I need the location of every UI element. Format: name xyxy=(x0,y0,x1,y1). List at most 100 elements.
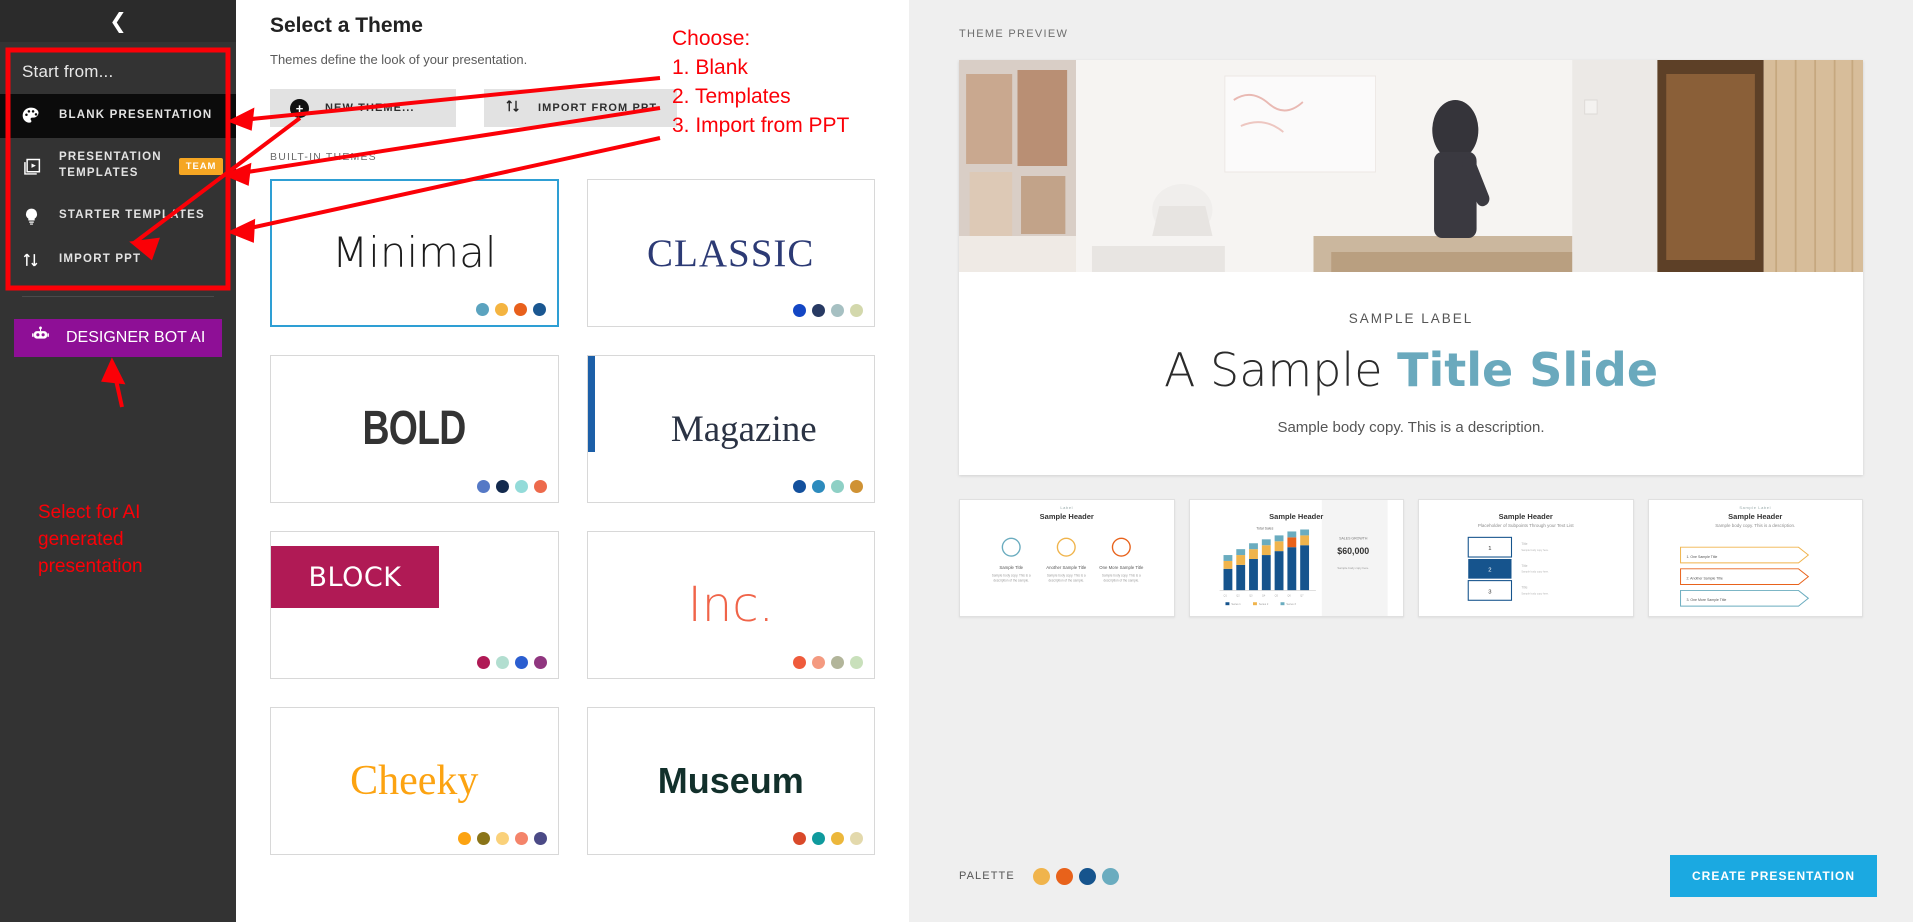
thumb-label: Label xyxy=(1060,505,1074,510)
palette-swatch[interactable] xyxy=(1055,867,1073,885)
sidebar-item-label: STARTER TEMPLATES xyxy=(59,209,205,222)
thumbnail-steps-slide[interactable]: Sample Header Placeholder of Subpoints T… xyxy=(1418,499,1634,617)
color-dot xyxy=(476,832,490,845)
slide-body: SAMPLE LABEL A Sample Title Slide Sample… xyxy=(959,272,1863,475)
svg-text:3. One More Sample Title: 3. One More Sample Title xyxy=(1686,598,1726,602)
theme-preview-panel: THEME PREVIEW SAMPLE LABEL A Sample Titl… xyxy=(909,0,1913,922)
sidebar: ❮ Start from... BLANK PRESENTATION PRESE… xyxy=(0,0,236,922)
svg-text:One More Sample Title: One More Sample Title xyxy=(1099,565,1144,570)
sidebar-heading: Start from... xyxy=(22,62,114,81)
theme-card-bold[interactable]: BOLD xyxy=(270,355,559,503)
palette-swatch[interactable] xyxy=(1078,867,1096,885)
theme-card-magazine[interactable]: Magazine xyxy=(586,355,875,503)
svg-text:Title: Title xyxy=(1521,542,1527,546)
sidebar-item-starter-templates[interactable]: STARTER TEMPLATES xyxy=(0,194,236,238)
sidebar-item-label: PRESENTATION TEMPLATES xyxy=(59,151,162,179)
sidebar-item-label: IMPORT PPT xyxy=(59,253,142,266)
svg-text:Q4: Q4 xyxy=(1261,593,1265,597)
palette-swatch[interactable] xyxy=(1032,867,1050,885)
color-dot xyxy=(533,832,547,845)
svg-text:Sample body copy. This is a: Sample body copy. This is a xyxy=(992,574,1031,578)
thumb-subtitle: Placeholder of Subpoints Through your Te… xyxy=(1477,523,1574,528)
theme-name-banner: BLOCK xyxy=(271,546,439,608)
color-dot xyxy=(514,480,528,493)
thumbnail-icons-slide[interactable]: Label Sample Header Sample Title Another… xyxy=(959,499,1175,617)
theme-name: Inc. xyxy=(687,577,774,633)
color-dot xyxy=(812,832,825,845)
svg-text:Series 1: Series 1 xyxy=(1231,602,1241,606)
built-in-themes-label: BUILT-IN THEMES xyxy=(270,151,377,163)
color-dot xyxy=(831,304,844,317)
lightbulb-icon xyxy=(20,207,42,226)
new-theme-button[interactable]: + NEW THEME... xyxy=(270,89,456,127)
sidebar-item-label: BLANK PRESENTATION xyxy=(59,109,213,122)
thumb-subtitle: Sample body copy. This is a description. xyxy=(1715,523,1796,528)
sidebar-item-presentation-templates[interactable]: PRESENTATION TEMPLATES TEAM xyxy=(0,138,236,194)
svg-text:Sample body copy. This is a: Sample body copy. This is a xyxy=(1102,574,1141,578)
svg-text:SALES GROWTH: SALES GROWTH xyxy=(1339,536,1368,540)
theme-color-dots xyxy=(475,303,546,316)
designer-bot-ai-button[interactable]: DESIGNER BOT AI xyxy=(14,319,222,357)
accent-bar xyxy=(587,356,595,453)
color-dot xyxy=(476,656,490,669)
slide-preview: SAMPLE LABEL A Sample Title Slide Sample… xyxy=(959,60,1863,475)
svg-text:Q6: Q6 xyxy=(1287,593,1291,597)
svg-text:Sample body copy here.: Sample body copy here. xyxy=(1521,570,1549,574)
thumbnail-chart-slide[interactable]: Sample Header SALES GROWTH $60,000 Sampl… xyxy=(1188,499,1404,617)
palette-swatches[interactable] xyxy=(1032,867,1119,885)
svg-text:description of the sample.: description of the sample. xyxy=(993,579,1029,583)
theme-card-cheeky[interactable]: Cheeky xyxy=(270,707,559,855)
color-dot xyxy=(494,303,508,316)
svg-text:2. Another Sample Title: 2. Another Sample Title xyxy=(1686,577,1722,581)
slide-title: A Sample Title Slide xyxy=(1164,343,1658,397)
create-presentation-button[interactable]: CREATE PRESENTATION xyxy=(1669,855,1877,897)
theme-color-dots xyxy=(793,304,863,317)
color-dot xyxy=(850,304,863,317)
color-dot xyxy=(532,303,546,316)
color-dot xyxy=(495,656,509,669)
palette-icon xyxy=(20,106,42,126)
svg-text:$60,000: $60,000 xyxy=(1337,546,1369,556)
color-dot xyxy=(514,832,528,845)
svg-text:2: 2 xyxy=(1488,568,1491,574)
color-dot xyxy=(495,480,509,493)
svg-text:Q2: Q2 xyxy=(1236,593,1240,597)
color-dot xyxy=(495,832,509,845)
theme-color-dots xyxy=(793,656,863,669)
svg-text:Q3: Q3 xyxy=(1249,593,1253,597)
import-from-ppt-button[interactable]: IMPORT FROM PPT xyxy=(484,89,678,127)
color-dot xyxy=(514,656,528,669)
theme-name: Cheeky xyxy=(350,758,479,804)
svg-text:Q7: Q7 xyxy=(1300,593,1304,597)
sidebar-item-blank-presentation[interactable]: BLANK PRESENTATION xyxy=(0,94,236,138)
color-dot xyxy=(475,303,489,316)
color-dot xyxy=(850,656,863,669)
theme-grid: Minimal CLASSIC BOLD Magazine BLOCK Inc. Cheek… xyxy=(270,179,875,855)
color-dot xyxy=(831,832,844,845)
theme-card-museum[interactable]: Museum xyxy=(586,707,875,855)
thumb-header: Sample Header xyxy=(1498,512,1553,521)
theme-actions: + NEW THEME... IMPORT FROM PPT xyxy=(270,89,875,127)
sidebar-divider xyxy=(22,296,214,297)
color-dot xyxy=(793,480,806,493)
thumb-header: Sample Header xyxy=(1728,512,1783,521)
svg-text:Total Sales: Total Sales xyxy=(1256,526,1273,530)
themes-panel: Select a Theme Themes define the look of… xyxy=(236,0,909,922)
svg-text:Sample Title: Sample Title xyxy=(999,565,1023,570)
theme-card-inc[interactable]: Inc. xyxy=(586,531,875,679)
color-dot xyxy=(793,304,806,317)
theme-card-classic[interactable]: CLASSIC xyxy=(586,179,875,327)
sidebar-nav: BLANK PRESENTATION PRESENTATION TEMPLATE… xyxy=(0,94,236,282)
color-dot xyxy=(513,303,527,316)
svg-text:Sample body copy here.: Sample body copy here. xyxy=(1521,548,1549,552)
chevron-left-icon[interactable]: ❮ xyxy=(109,10,127,32)
theme-color-dots xyxy=(476,480,547,493)
theme-card-block[interactable]: BLOCK xyxy=(270,531,559,679)
theme-chooser-screen: ❮ Start from... BLANK PRESENTATION PRESE… xyxy=(0,0,1913,922)
theme-card-minimal[interactable]: Minimal xyxy=(270,179,559,327)
color-dot xyxy=(533,656,547,669)
sidebar-item-import-ppt[interactable]: IMPORT PPT xyxy=(0,238,236,282)
palette-swatch[interactable] xyxy=(1101,867,1119,885)
thumbnail-arrows-slide[interactable]: Sample Label Sample Header Sample body c… xyxy=(1647,499,1863,617)
import-from-ppt-label: IMPORT FROM PPT xyxy=(538,102,658,114)
